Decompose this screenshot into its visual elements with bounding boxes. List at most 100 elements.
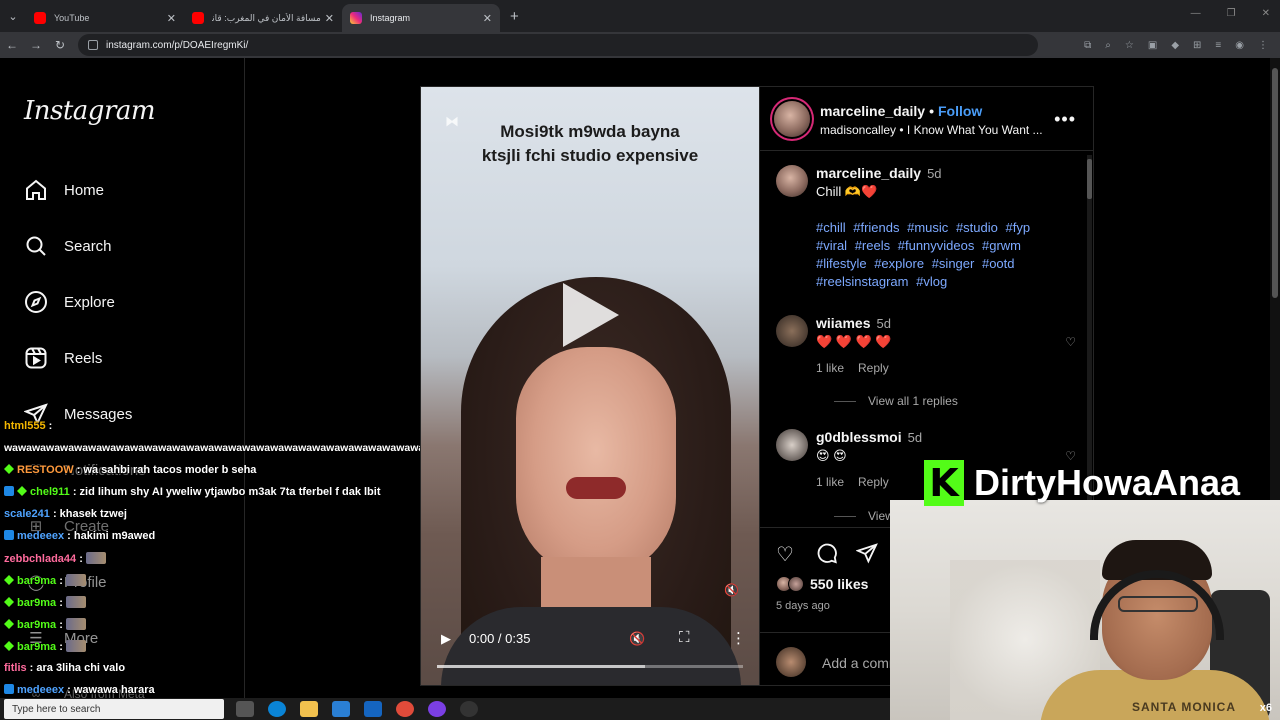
minimize-icon[interactable]: —	[1191, 8, 1201, 19]
close-tab-icon[interactable]: ✕	[483, 12, 492, 25]
chat-username[interactable]: fitlis	[4, 662, 30, 674]
hashtag-link[interactable]: #vlog	[916, 274, 947, 289]
task-view-icon[interactable]	[236, 701, 254, 717]
extension-icon[interactable]: ◆	[1171, 40, 1179, 51]
hashtag-link[interactable]: #reelsinstagram	[816, 274, 909, 289]
sidebar-item-home[interactable]: Home	[24, 175, 104, 205]
likes-count[interactable]: 550 likes	[776, 576, 868, 592]
comment-icon[interactable]	[816, 542, 838, 570]
caption-username[interactable]: marceline_daily	[816, 165, 921, 181]
like-comment-icon[interactable]: ♡	[1065, 335, 1076, 349]
puzzle-icon[interactable]: ⊞	[1193, 40, 1201, 51]
sidebar-item-search[interactable]: Search	[24, 231, 112, 261]
close-window-icon[interactable]: ✕	[1262, 8, 1270, 19]
url-field[interactable]: instagram.com/p/DOAEIregmKi/	[78, 34, 1038, 56]
avatar[interactable]	[774, 101, 810, 137]
play-overlay-icon[interactable]	[563, 283, 619, 347]
moderator-badge-icon	[4, 684, 14, 694]
author-username[interactable]: marceline_daily	[820, 103, 925, 119]
chat-emote-icon	[65, 596, 86, 608]
hashtag-link[interactable]: #reels	[855, 238, 890, 253]
follow-button[interactable]: Follow	[938, 103, 982, 119]
sidebar-item-explore[interactable]: Explore	[24, 287, 115, 317]
chat-username[interactable]: medeeex	[17, 530, 67, 542]
profile-icon[interactable]: ◉	[1235, 40, 1244, 51]
reel-video[interactable]: ⧓ Mosi9tk m9wda bayna ktsjli fchi studio…	[421, 87, 759, 685]
hashtag-link[interactable]: #viral	[816, 238, 847, 253]
forward-icon[interactable]: →	[24, 38, 48, 52]
hashtag-link[interactable]: #friends	[853, 220, 899, 235]
play-icon[interactable]: ▶	[441, 631, 451, 647]
edge-icon[interactable]	[268, 701, 286, 717]
install-app-icon[interactable]: ⧉	[1084, 40, 1091, 51]
video-progress-bar[interactable]	[437, 665, 743, 668]
scrollbar-thumb[interactable]	[1087, 159, 1092, 199]
comment-username[interactable]: g0dblessmoi	[816, 429, 902, 445]
outlook-icon[interactable]	[364, 701, 382, 717]
share-icon[interactable]	[855, 542, 878, 570]
chat-username[interactable]: html555	[4, 420, 49, 432]
hashtag-link[interactable]: #chill	[816, 220, 846, 235]
bookmark-star-icon[interactable]: ☆	[1125, 40, 1134, 51]
fullscreen-icon[interactable]: ⛶	[679, 629, 690, 646]
new-tab-button[interactable]: +	[510, 8, 519, 25]
url-text: instagram.com/p/DOAEIregmKi/	[106, 39, 249, 51]
store-icon[interactable]	[332, 701, 350, 717]
reload-icon[interactable]: ↻	[48, 38, 72, 52]
tab-youtube[interactable]: YouTube ✕	[26, 4, 184, 32]
like-icon[interactable]: ♡	[776, 542, 794, 567]
chat-username[interactable]: bar9ma	[17, 619, 59, 631]
reply-button[interactable]: Reply	[858, 475, 889, 489]
hashtag-link[interactable]: #studio	[956, 220, 998, 235]
chat-username[interactable]: chel911	[30, 486, 73, 498]
site-info-icon[interactable]	[88, 40, 98, 50]
hashtag-link[interactable]: #lifestyle	[816, 256, 867, 271]
hashtag-link[interactable]: #ootd	[982, 256, 1015, 271]
avatar[interactable]	[776, 429, 808, 461]
close-tab-icon[interactable]: ✕	[325, 12, 334, 25]
kebab-menu-icon[interactable]: ⋮	[1258, 40, 1268, 51]
chat-username[interactable]: medeeex	[17, 684, 67, 696]
taskbar-search-input[interactable]: Type here to search	[4, 699, 224, 719]
comment-username[interactable]: wiiames	[816, 315, 870, 331]
extension-icon[interactable]: ▣	[1148, 40, 1157, 51]
hashtag-link[interactable]: #grwm	[982, 238, 1021, 253]
file-explorer-icon[interactable]	[300, 701, 318, 717]
hashtag-link[interactable]: #funnyvideos	[898, 238, 975, 253]
view-replies-button[interactable]: View all 1 replies	[834, 394, 958, 408]
avatar[interactable]	[776, 165, 808, 197]
chat-username[interactable]: scale241	[4, 508, 53, 520]
back-icon[interactable]: ←	[0, 38, 24, 52]
sidebar-item-reels[interactable]: Reels	[24, 343, 102, 373]
audio-attribution[interactable]: madisoncalley • I Know What You Want ...	[820, 123, 1043, 137]
comment-likes[interactable]: 1 like	[816, 361, 844, 375]
scrollbar-thumb[interactable]	[1272, 68, 1278, 298]
mute-icon[interactable]: 🔇	[629, 631, 645, 647]
hashtag-link[interactable]: #fyp	[1005, 220, 1030, 235]
chat-username[interactable]: bar9ma	[17, 641, 59, 653]
chat-username[interactable]: bar9ma	[17, 597, 59, 609]
avatar[interactable]	[776, 315, 808, 347]
zoom-icon[interactable]: ⌕	[1105, 40, 1111, 51]
hashtag-link[interactable]: #music	[907, 220, 948, 235]
maximize-icon[interactable]: ❐	[1227, 8, 1236, 19]
obs-icon[interactable]	[460, 701, 478, 717]
chat-username[interactable]: zebbchlada44	[4, 553, 79, 565]
more-options-icon[interactable]: •••	[1054, 109, 1076, 130]
reply-button[interactable]: Reply	[858, 361, 889, 375]
hashtag-link[interactable]: #singer	[932, 256, 975, 271]
media-icon[interactable]: ≡	[1215, 40, 1221, 51]
tab-search-button[interactable]: ⌄	[0, 0, 26, 32]
chat-username[interactable]: RESTOOW	[17, 464, 77, 476]
tab-youtube-2[interactable]: مسافة الأمان في المغرب: قانون ✕	[184, 4, 342, 32]
tab-instagram[interactable]: Instagram ✕	[342, 4, 500, 32]
hashtag-link[interactable]: #explore	[874, 256, 924, 271]
chat-username[interactable]: bar9ma	[17, 575, 59, 587]
chrome-icon[interactable]	[396, 701, 414, 717]
instagram-logo[interactable]: Instagram	[24, 96, 156, 126]
comment-likes[interactable]: 1 like	[816, 475, 844, 489]
muted-indicator-icon[interactable]: 🔇	[724, 583, 739, 597]
close-tab-icon[interactable]: ✕	[167, 12, 176, 25]
app-icon[interactable]	[428, 701, 446, 717]
more-options-icon[interactable]: ⋮	[731, 629, 746, 647]
